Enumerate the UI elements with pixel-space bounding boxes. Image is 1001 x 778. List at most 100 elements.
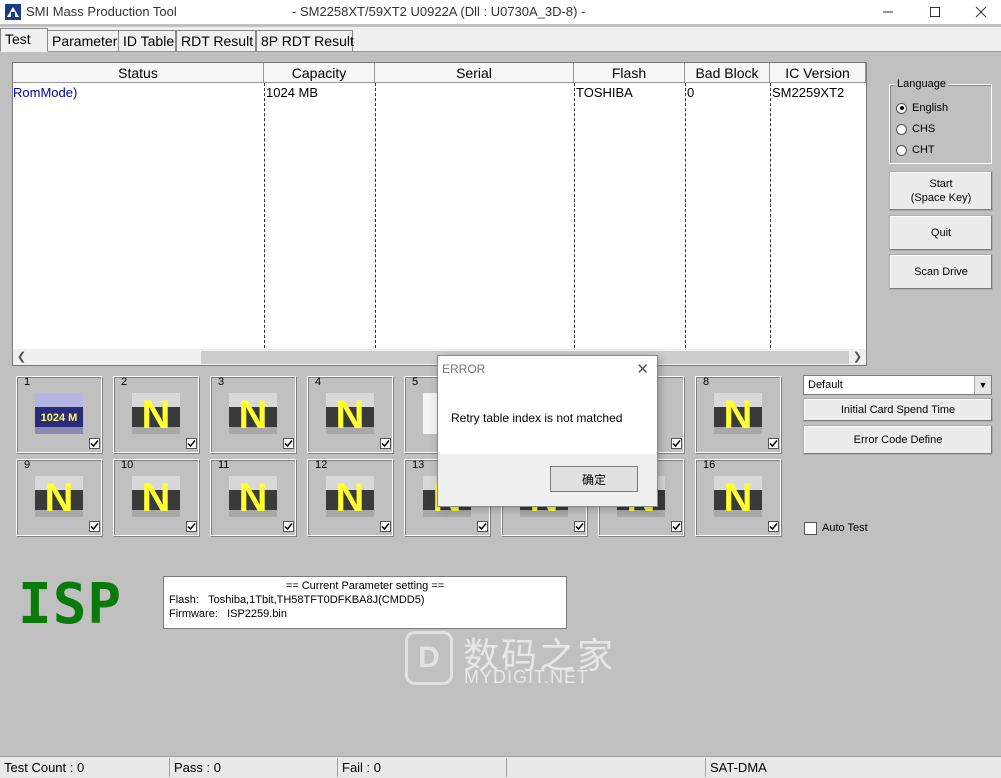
initial-card-spend-time-button[interactable]: Initial Card Spend Time — [803, 398, 993, 422]
tab-rdt-result[interactable]: RDT Result — [176, 30, 256, 51]
minimize-button[interactable] — [865, 0, 910, 24]
card-slot-16[interactable]: 16 N — [695, 459, 781, 536]
maximize-button[interactable] — [912, 0, 957, 24]
slot-capacity-text: 1024 M — [41, 412, 78, 424]
column-ic-version[interactable]: IC Version — [770, 63, 866, 83]
slot-number: 3 — [218, 376, 225, 388]
slot-enabled-checkbox[interactable] — [671, 521, 682, 532]
slot-status-letter: N — [336, 476, 365, 517]
slot-status-n-icon: N — [132, 393, 180, 437]
radio-selected-icon[interactable] — [896, 102, 907, 114]
card-slot-12[interactable]: 12 N — [307, 459, 393, 536]
slot-number: 2 — [121, 376, 128, 388]
error-code-define-button[interactable]: Error Code Define — [803, 425, 993, 455]
window-title: SMI Mass Production Tool — [26, 4, 177, 19]
radio-label: CHT — [912, 144, 935, 156]
slot-status-n-icon: N — [714, 476, 762, 520]
tab-parameter[interactable]: Parameter — [47, 30, 119, 51]
slot-status-n-icon: N — [229, 476, 277, 520]
column-capacity[interactable]: Capacity — [264, 63, 375, 83]
slot-number: 12 — [315, 459, 328, 471]
slot-enabled-checkbox[interactable] — [574, 521, 585, 532]
tab-id-table[interactable]: ID Table — [118, 30, 176, 51]
card-slot-10[interactable]: 10 N — [113, 459, 199, 536]
slot-enabled-checkbox[interactable] — [380, 521, 391, 532]
card-slot-11[interactable]: 11 N — [210, 459, 296, 536]
radio-icon[interactable] — [896, 144, 907, 156]
check-icon — [769, 523, 778, 531]
close-button[interactable] — [958, 0, 1001, 24]
auto-test-checkbox[interactable] — [804, 522, 817, 535]
watermark-logo-icon: D — [405, 631, 453, 685]
slot-enabled-checkbox[interactable] — [186, 438, 197, 449]
slot-status-n-icon: N — [132, 476, 180, 520]
column-divider — [375, 83, 376, 348]
firmware-value: ISP2259.bin — [227, 608, 287, 620]
radio-icon[interactable] — [896, 123, 907, 135]
language-group-title: Language — [895, 78, 948, 90]
slot-status-n-icon: N — [326, 393, 374, 437]
preset-combobox[interactable]: Default ▼ — [803, 375, 992, 395]
slot-status-letter: N — [239, 476, 268, 517]
device-list[interactable]: Status Capacity Serial Flash Bad Block I… — [12, 62, 867, 366]
slot-enabled-checkbox[interactable] — [671, 438, 682, 449]
current-parameter-panel: == Current Parameter setting == Flash: T… — [163, 576, 567, 629]
radio-cht[interactable]: CHT — [896, 142, 935, 158]
radio-english[interactable]: English — [896, 100, 948, 116]
dialog-ok-button[interactable]: 确定 — [550, 466, 638, 492]
check-icon — [381, 523, 390, 531]
slot-enabled-checkbox[interactable] — [768, 521, 779, 532]
check-icon — [187, 523, 196, 531]
card-slot-4[interactable]: 4N — [307, 376, 393, 453]
slot-status-n-icon: N — [35, 476, 83, 520]
card-slot-1[interactable]: 1 1024 M — [16, 376, 102, 453]
slot-number: 8 — [703, 376, 710, 388]
dialog-close-icon[interactable]: ✕ — [636, 360, 649, 378]
slot-enabled-checkbox[interactable] — [283, 438, 294, 449]
cell-ic-version: SM2259XT2 — [772, 85, 845, 100]
slot-enabled-checkbox[interactable] — [768, 438, 779, 449]
card-slot-9[interactable]: 9N — [16, 459, 102, 536]
column-status[interactable]: Status — [13, 63, 264, 83]
status-pass: Pass : 0 — [170, 758, 338, 777]
slot-enabled-checkbox[interactable] — [380, 438, 391, 449]
auto-test-label: Auto Test — [822, 522, 868, 534]
quit-button[interactable]: Quit — [889, 215, 993, 251]
scroll-left-icon[interactable]: ❮ — [13, 349, 30, 365]
tab-test[interactable]: Test — [0, 28, 48, 52]
slot-enabled-checkbox[interactable] — [89, 438, 100, 449]
check-icon — [187, 440, 196, 448]
slot-enabled-checkbox[interactable] — [283, 521, 294, 532]
flash-value: Toshiba,1Tbit,TH58TFT0DFKBA8J(CMDD5) — [208, 594, 425, 606]
slot-enabled-checkbox[interactable] — [89, 521, 100, 532]
slot-number: 11 — [218, 459, 230, 471]
slot-status-letter: N — [336, 393, 365, 434]
scan-drive-button[interactable]: Scan Drive — [889, 254, 993, 290]
column-serial[interactable]: Serial — [375, 63, 574, 83]
slot-enabled-checkbox[interactable] — [186, 521, 197, 532]
card-slot-8[interactable]: 8N — [695, 376, 781, 453]
column-bad-block[interactable]: Bad Block — [685, 63, 770, 83]
cell-status: RomMode) — [13, 85, 78, 100]
radio-chs[interactable]: CHS — [896, 121, 935, 137]
start-button[interactable]: Start (Space Key) — [889, 171, 993, 211]
tab-8p-rdt-result[interactable]: 8P RDT Result — [256, 30, 354, 51]
slot-number: 1 — [24, 376, 31, 388]
app-icon — [5, 4, 21, 20]
status-blank — [507, 758, 706, 777]
cell-bad-block: 0 — [687, 85, 695, 100]
column-divider — [264, 83, 265, 348]
card-slot-2[interactable]: 2N — [113, 376, 199, 453]
check-icon — [575, 523, 584, 531]
slot-number: 10 — [121, 459, 134, 471]
chevron-down-icon[interactable]: ▼ — [974, 376, 991, 394]
dialog-message: Retry table index is not matched — [451, 411, 623, 425]
check-icon — [284, 523, 293, 531]
column-flash[interactable]: Flash — [574, 63, 685, 83]
card-slot-3[interactable]: 3N — [210, 376, 296, 453]
slot-enabled-checkbox[interactable] — [477, 521, 488, 532]
combobox-value: Default — [808, 379, 843, 391]
cell-flash: TOSHIBA — [576, 85, 633, 100]
check-icon — [672, 523, 681, 531]
scroll-right-icon[interactable]: ❯ — [849, 349, 866, 365]
